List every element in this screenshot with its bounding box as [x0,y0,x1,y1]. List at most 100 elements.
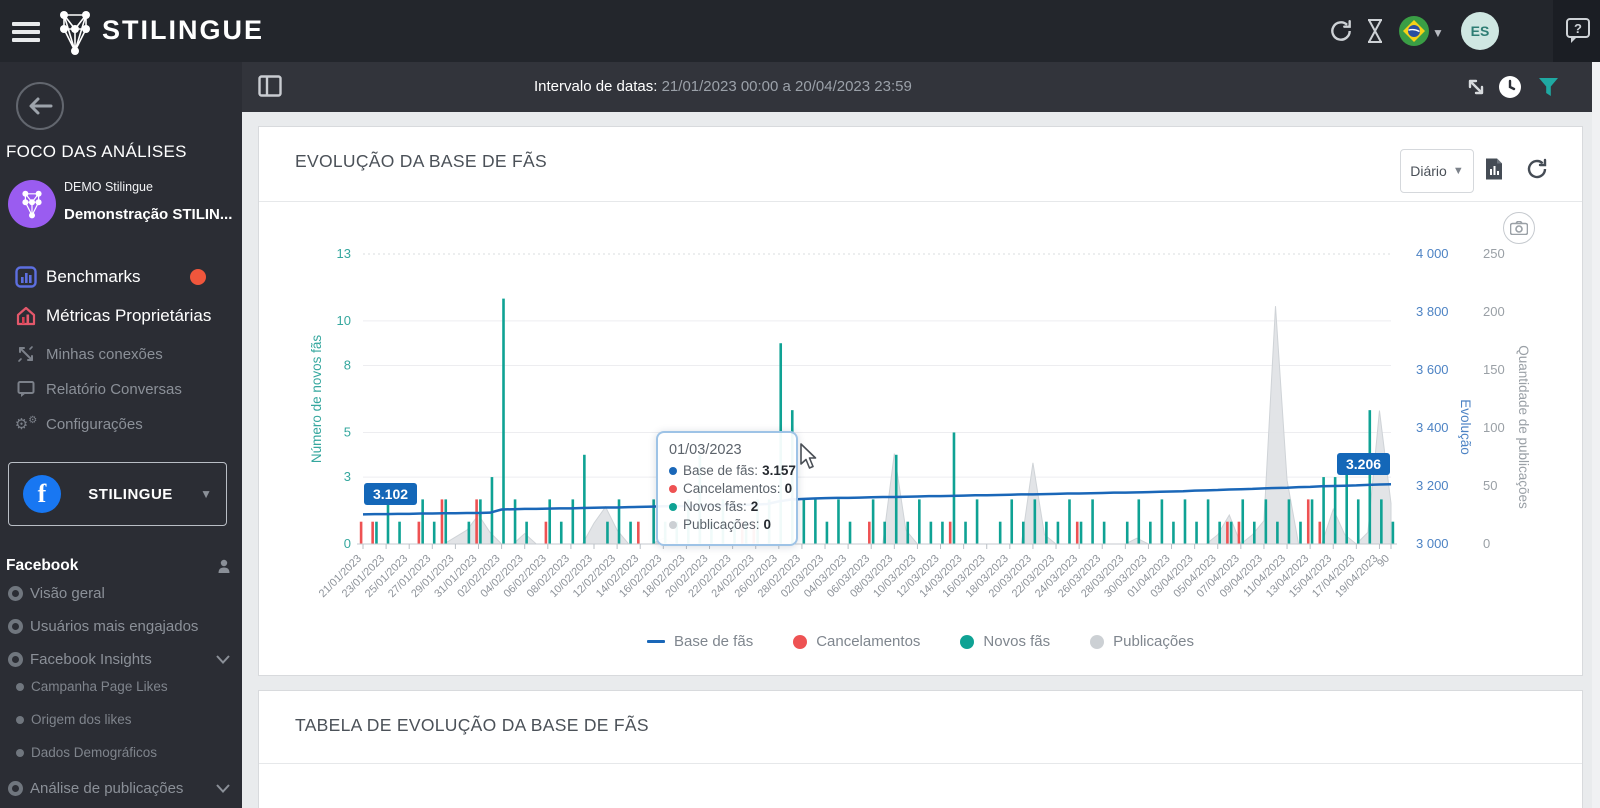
sidebar-subitem-campanha-page-likes[interactable]: Campanha Page Likes [8,679,236,694]
sidebar-item-configuracoes[interactable]: ⚙ ⚙ Configurações [0,409,242,439]
home-chart-icon [14,305,38,327]
svg-text:08/03/2023: 08/03/2023 [848,553,895,600]
svg-text:18/03/2023: 18/03/2023 [964,553,1011,600]
svg-text:04/03/2023: 04/03/2023 [802,553,849,600]
legend-item-base-de-fas[interactable]: Base de fãs [646,633,753,650]
facebook-section-title: Facebook [6,557,79,574]
hourglass-icon[interactable] [1364,17,1386,50]
date-range[interactable]: Intervalo de datas: 21/01/2023 00:00 a 2… [534,78,912,95]
dot-bullet-icon [16,682,24,691]
facebook-section-header: Facebook [6,557,236,575]
dot-icon [669,520,677,529]
chevron-down-icon [216,784,230,793]
svg-text:17/04/2023: 17/04/2023 [1310,553,1357,600]
panel-layout-icon[interactable] [258,75,282,102]
svg-text:3 800: 3 800 [1416,304,1449,319]
svg-text:8: 8 [344,358,351,373]
svg-text:Evolução: Evolução [1458,399,1473,455]
connections-icon [14,345,38,363]
svg-text:3 400: 3 400 [1416,420,1449,435]
facebook-logo-icon: f [23,475,61,513]
svg-text:Quantidade de publicações: Quantidade de publicações [1516,345,1531,509]
brand-name: STILINGUE [102,15,265,45]
sidebar-item-visao-geral[interactable]: Visão geral [8,585,236,602]
sidebar-item-label: Métricas Proprietárias [46,306,212,325]
expand-icon[interactable] [1464,75,1488,104]
sidebar-item-facebook-insights[interactable]: Facebook Insights [8,651,236,668]
svg-text:22/02/2023: 22/02/2023 [686,553,733,600]
svg-text:0: 0 [1483,536,1490,551]
tooltip-row-base: Base de fãs: 3.157 [669,463,796,478]
svg-text:10/03/2023: 10/03/2023 [871,553,918,600]
svg-text:27/01/2023: 27/01/2023 [386,553,433,600]
caret-down-icon: ▼ [1452,165,1464,177]
sidebar-item-benchmarks[interactable]: Benchmarks [0,262,242,292]
svg-text:13: 13 [337,246,351,261]
dot-icon [669,466,677,475]
chevron-down-icon[interactable]: ▼ [1432,26,1444,40]
chevron-down-icon [216,655,230,664]
svg-text:Número de novos fãs: Número de novos fãs [309,335,324,464]
person-icon[interactable] [216,558,232,574]
legend-item-cancelamentos[interactable]: Cancelamentos [793,633,920,650]
card-title: TABELA DE EVOLUÇÃO DA BASE DE FÃS [295,715,649,735]
user-avatar[interactable]: ES [1461,12,1499,50]
svg-text:90: 90 [1375,553,1392,570]
legend-item-novos-fas[interactable]: Novos fãs [960,633,1050,650]
svg-text:20/02/2023: 20/02/2023 [663,553,710,600]
chart-snapshot-button[interactable] [1503,212,1535,244]
sidebar-item-analise-de-publicacoes[interactable]: Análise de publicações [8,780,236,797]
svg-text:150: 150 [1483,362,1505,377]
fans-evolution-chart: 0 3 5 8 10 13 21/01/202323/01/202325/01/202327… [309,246,1531,600]
language-flag-brazil[interactable] [1398,15,1430,52]
svg-text:12/02/2023: 12/02/2023 [571,553,618,600]
period-selector-value: Diário [1410,163,1447,179]
period-selector-button[interactable]: Diário ▼ [1400,149,1474,193]
mouse-cursor [800,443,817,469]
svg-text:26/02/2023: 26/02/2023 [733,553,780,600]
refresh-icon[interactable] [1328,18,1354,49]
chart-legend: Base de fãs Cancelamentos Novos fãs Publ… [259,633,1582,650]
refresh-chart-icon[interactable] [1525,157,1549,186]
svg-text:09/04/2023: 09/04/2023 [1218,553,1265,600]
svg-text:08/02/2023: 08/02/2023 [525,553,572,600]
channel-selector-button[interactable]: f STILINGUE ▼ [8,462,227,526]
sidebar-item-usuarios-mais-engajados[interactable]: Usuários mais engajados [8,618,236,635]
svg-text:21/01/2023: 21/01/2023 [317,553,364,600]
stilingue-logo-icon [52,7,98,62]
sidebar-item-metricas[interactable]: Métricas Proprietárias [0,301,242,331]
export-report-icon[interactable] [1483,157,1505,186]
caret-down-icon: ▼ [200,487,212,501]
card-title: EVOLUÇÃO DA BASE DE FÃS [295,151,547,171]
svg-text:02/03/2023: 02/03/2023 [779,553,826,600]
camera-icon [1510,221,1528,235]
svg-text:10: 10 [337,313,351,328]
sidebar-section-title: FOCO DAS ANÁLISES [6,142,187,161]
ring-bullet-icon [8,781,23,796]
sidebar-subitem-dados-demograficos[interactable]: Dados Demográficos [8,745,236,760]
workspace-avatar[interactable] [8,180,56,228]
clock-icon[interactable] [1498,75,1522,104]
sidebar-item-relatorio-conversas[interactable]: Relatório Conversas [0,374,242,404]
chart-tooltip: 01/03/2023 Base de fãs: 3.157 Cancelament… [656,431,798,546]
scrollbar[interactable] [1592,62,1600,808]
tooltip-row-cancelamentos: Cancelamentos: 0 [669,481,792,496]
arrow-left-icon [29,97,53,115]
svg-text:15/04/2023: 15/04/2023 [1287,553,1334,600]
hamburger-menu-icon[interactable] [12,18,44,44]
sidebar-item-minhas-conexoes[interactable]: Minhas conexões [0,339,242,369]
channel-selector-label: STILINGUE [88,485,173,503]
sidebar-item-label: Minhas conexões [46,345,163,363]
svg-text:16/02/2023: 16/02/2023 [617,553,664,600]
back-button[interactable] [16,82,64,130]
svg-text:0: 0 [344,536,351,551]
notification-badge [190,269,206,285]
svg-text:100: 100 [1483,420,1505,435]
help-icon[interactable]: ? [1565,17,1591,50]
dot-icon [669,484,677,493]
svg-text:3 600: 3 600 [1416,362,1449,377]
sidebar-subitem-origem-dos-likes[interactable]: Origem dos likes [8,712,236,727]
svg-text:28/02/2023: 28/02/2023 [756,553,803,600]
filter-icon[interactable] [1538,77,1559,102]
legend-item-publicacoes[interactable]: Publicações [1090,633,1194,650]
